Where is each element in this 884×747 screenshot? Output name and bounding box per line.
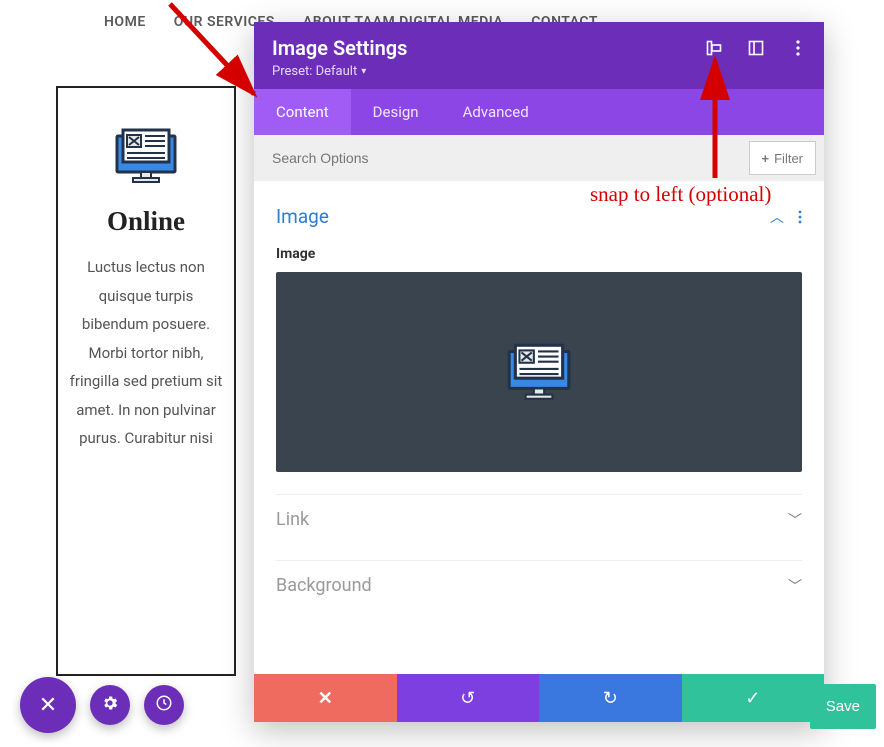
redo-icon: ↻: [603, 688, 618, 709]
kebab-menu-icon[interactable]: [790, 40, 806, 56]
section-image-header[interactable]: Image ︿: [276, 191, 802, 236]
modal-tabs: Content Design Advanced: [254, 89, 824, 135]
preset-dropdown[interactable]: Preset: Default ▾: [272, 64, 806, 79]
section-kebab-icon[interactable]: [798, 210, 802, 224]
builder-close-button[interactable]: ✕: [20, 677, 76, 733]
image-settings-modal: Image Settings: [254, 22, 824, 722]
filter-label: Filter: [774, 151, 803, 166]
search-row: + Filter: [254, 135, 824, 181]
section-background-title: Background: [276, 575, 372, 596]
tab-design[interactable]: Design: [351, 89, 441, 135]
filter-button[interactable]: + Filter: [749, 141, 816, 175]
content-card: Online Luctus lectus non quisque turpis …: [56, 86, 236, 676]
section-background-header[interactable]: Background ﹀: [276, 561, 802, 604]
modal-header: Image Settings: [254, 22, 824, 89]
close-icon: ✕: [39, 693, 57, 718]
modal-redo-button[interactable]: ↻: [539, 674, 682, 722]
tab-advanced[interactable]: Advanced: [441, 89, 551, 135]
modal-confirm-button[interactable]: ✓: [682, 674, 825, 722]
preset-label: Preset: Default: [272, 64, 357, 79]
history-icon: [155, 694, 173, 716]
chevron-up-icon: ︿: [770, 207, 784, 227]
snap-left-icon[interactable]: [706, 40, 722, 56]
image-field-label: Image: [276, 246, 802, 262]
section-image-title: Image: [276, 205, 329, 228]
builder-settings-button[interactable]: [90, 685, 130, 725]
card-body: Luctus lectus non quisque turpis bibendu…: [68, 253, 224, 453]
section-link-title: Link: [276, 509, 309, 530]
check-icon: ✓: [745, 688, 760, 709]
chevron-down-icon: ﹀: [788, 510, 802, 530]
card-monitor-icon: [111, 126, 181, 186]
section-link-header[interactable]: Link ﹀: [276, 495, 802, 538]
undo-icon: ↺: [460, 688, 475, 709]
close-icon: ✕: [318, 688, 333, 709]
gear-icon: [101, 694, 119, 716]
builder-action-circles: ✕: [20, 677, 184, 733]
modal-title: Image Settings: [272, 36, 407, 60]
expand-icon[interactable]: [748, 40, 764, 56]
search-input[interactable]: [254, 135, 749, 181]
tab-content[interactable]: Content: [254, 89, 351, 135]
chevron-down-icon: ﹀: [788, 576, 802, 596]
save-button[interactable]: Save: [810, 684, 876, 729]
card-title: Online: [68, 206, 224, 237]
modal-undo-button[interactable]: ↺: [397, 674, 540, 722]
modal-cancel-button[interactable]: ✕: [254, 674, 397, 722]
nav-home[interactable]: HOME: [104, 14, 146, 30]
modal-footer: ✕ ↺ ↻ ✓: [254, 674, 824, 722]
image-upload-preview[interactable]: [276, 272, 802, 472]
modal-body: Image ︿ Image: [254, 181, 824, 674]
builder-history-button[interactable]: [144, 685, 184, 725]
plus-icon: +: [762, 151, 770, 166]
caret-down-icon: ▾: [361, 66, 366, 77]
